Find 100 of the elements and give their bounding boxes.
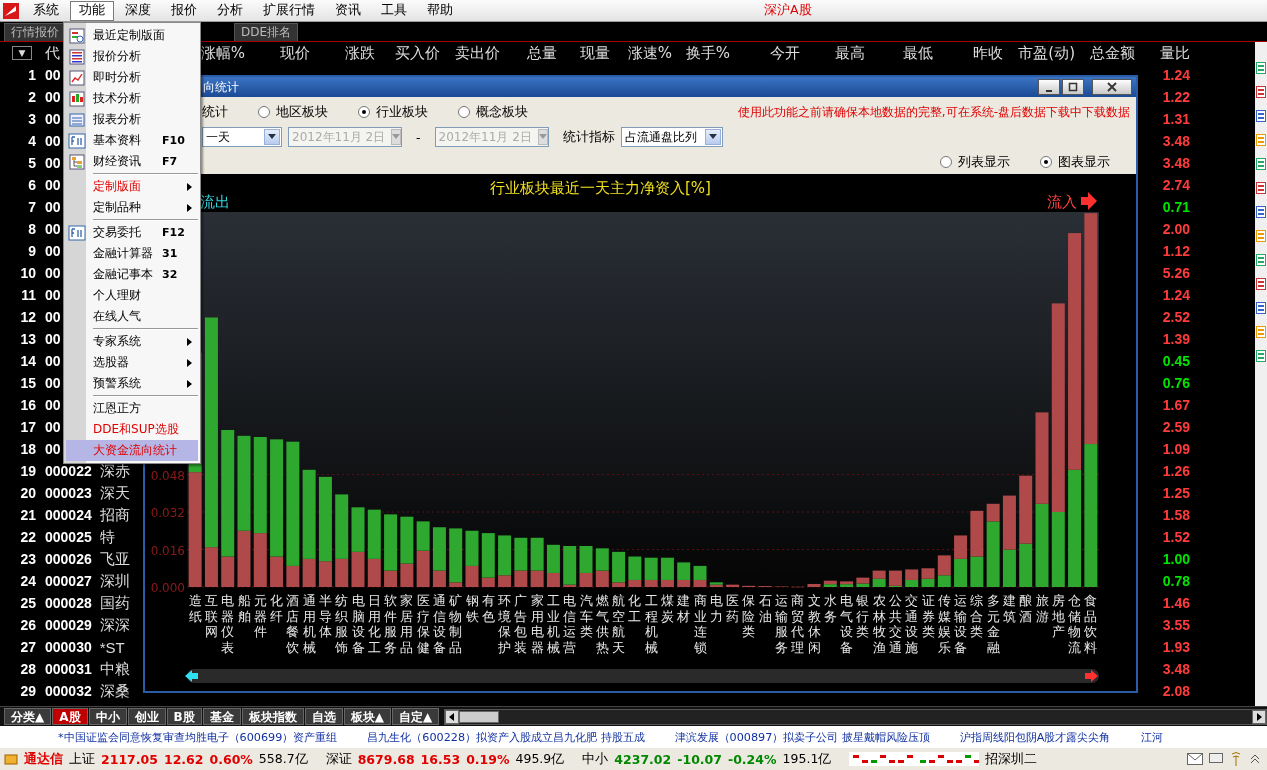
- toolbar-icon[interactable]: [1256, 206, 1266, 218]
- menu-entry[interactable]: 技术分析: [66, 88, 198, 109]
- news-headline[interactable]: 沪指周线阳包阴A股才露尖尖角: [959, 729, 1111, 745]
- menu-item[interactable]: 扩展行情: [254, 0, 324, 21]
- category-tab[interactable]: 板块▲: [343, 708, 391, 725]
- column-header[interactable]: 昨收: [933, 43, 1003, 63]
- category-tab[interactable]: 基金: [202, 708, 241, 725]
- row-number: 16: [19, 397, 36, 413]
- column-header[interactable]: 换手%: [672, 43, 730, 63]
- chevron-up-icon[interactable]: [1249, 753, 1261, 765]
- menu-entry[interactable]: 个人理财: [66, 285, 198, 306]
- view-tab[interactable]: 行情报价: [4, 23, 66, 41]
- menu-entry[interactable]: 选股器: [66, 352, 198, 373]
- menu-entry[interactable]: 金融计算器 31: [66, 243, 198, 264]
- view-radio[interactable]: 列表显示: [940, 153, 1010, 171]
- news-headline[interactable]: 江河: [1140, 729, 1163, 745]
- category-tab[interactable]: 自定▲: [391, 708, 440, 725]
- menu-entry[interactable]: 报表分析: [66, 109, 198, 130]
- toolbar-icon[interactable]: [1256, 86, 1266, 98]
- scope-radio[interactable]: 地区板块: [258, 103, 328, 121]
- menu-entry[interactable]: DDE和SUP选股: [66, 419, 198, 440]
- menu-entry[interactable]: 交易委托 F12: [66, 222, 198, 243]
- volume-ratio: 2.74: [1162, 177, 1190, 193]
- menu-item[interactable]: 帮助: [418, 0, 462, 21]
- menu-entry[interactable]: 金融记事本 32: [66, 264, 198, 285]
- menu-entry[interactable]: 预警系统: [66, 373, 198, 394]
- news-headline[interactable]: *中国证监会同意恢复审查均胜电子（600699）资产重组: [58, 729, 338, 745]
- column-header[interactable]: 最低: [865, 43, 933, 63]
- axis-tick-label: 0.032: [150, 506, 185, 520]
- envelope-icon[interactable]: [1187, 753, 1203, 765]
- toolbar-icon[interactable]: [1256, 182, 1266, 194]
- menu-item[interactable]: 资讯: [326, 0, 370, 21]
- menu-item[interactable]: 功能: [70, 0, 114, 21]
- view-tab[interactable]: DDE排名: [234, 23, 299, 41]
- column-header[interactable]: 买入价: [375, 43, 440, 63]
- news-headline[interactable]: 昌九生化（600228）拟资产入股成立昌九化肥 持股五成: [367, 729, 645, 745]
- column-header[interactable]: 最高: [800, 43, 865, 63]
- category-tab[interactable]: 中小: [88, 708, 127, 725]
- toolbar-icon[interactable]: [1256, 158, 1266, 170]
- scroll-right-icon[interactable]: [1252, 709, 1266, 724]
- antenna-icon[interactable]: [1229, 752, 1243, 766]
- category-label: 船舶: [237, 593, 251, 624]
- menu-entry[interactable]: 报价分析: [66, 46, 198, 67]
- toolbar-icon[interactable]: [1256, 62, 1266, 74]
- news-headline[interactable]: 津滨发展（000897）拟卖子公司 披星戴帽风险压顶: [674, 729, 930, 745]
- column-header[interactable]: 今开: [730, 43, 800, 63]
- maximize-button[interactable]: [1062, 79, 1084, 95]
- category-tab[interactable]: 分类▲: [4, 708, 52, 725]
- menu-item[interactable]: 深度: [116, 0, 160, 21]
- menu-entry[interactable]: 定制品种: [66, 197, 198, 218]
- menu-item[interactable]: 分析: [208, 0, 252, 21]
- toolbar-icon[interactable]: [1256, 110, 1266, 122]
- inflow-label: 流入: [1047, 193, 1077, 211]
- metric-select[interactable]: 占流通盘比列: [620, 127, 723, 147]
- menu-entry[interactable]: 专家系统: [66, 331, 198, 352]
- scroll-thumb[interactable]: [459, 710, 500, 723]
- minimize-button[interactable]: [1038, 79, 1060, 95]
- index-amount: 195.1亿: [782, 750, 832, 768]
- column-header[interactable]: 现量: [557, 43, 610, 63]
- category-tab[interactable]: 板块指数: [241, 708, 304, 725]
- category-label: 食品饮料: [1084, 593, 1098, 655]
- menu-entry[interactable]: 财经资讯 F7: [66, 151, 198, 172]
- bar: [872, 578, 886, 587]
- scroll-left-icon[interactable]: [445, 709, 460, 724]
- horizontal-scrollbar[interactable]: [444, 708, 1267, 725]
- menu-entry[interactable]: 最近定制版面: [66, 25, 198, 46]
- menu-entry[interactable]: 基本资料 F10: [66, 130, 198, 151]
- view-radio[interactable]: 图表显示: [1040, 153, 1110, 171]
- column-header[interactable]: 现价: [245, 43, 310, 63]
- menu-item[interactable]: 系统: [24, 0, 68, 21]
- menu-item[interactable]: 工具: [372, 0, 416, 21]
- toolbar-icon[interactable]: [1256, 302, 1266, 314]
- period-select[interactable]: 一天: [202, 127, 282, 147]
- toolbar-icon[interactable]: [1256, 278, 1266, 290]
- column-header[interactable]: 总量: [500, 43, 557, 63]
- chat-icon[interactable]: [1209, 753, 1223, 765]
- category-tab[interactable]: B股: [166, 708, 202, 725]
- toolbar-icon[interactable]: [1256, 254, 1266, 266]
- scope-radio[interactable]: 行业板块: [358, 103, 428, 121]
- column-header[interactable]: 卖出价: [440, 43, 500, 63]
- close-button[interactable]: [1092, 79, 1132, 95]
- column-header[interactable]: 总金额: [1075, 43, 1135, 63]
- scope-radio[interactable]: 概念板块: [458, 103, 528, 121]
- category-tab[interactable]: 创业: [127, 708, 166, 725]
- column-header[interactable]: 市盈(动): [1003, 43, 1075, 63]
- menu-entry[interactable]: 江恩正方: [66, 398, 198, 419]
- chart-scrollbar[interactable]: [187, 669, 1099, 683]
- server-name: 招深圳二: [985, 750, 1038, 768]
- menu-item[interactable]: 报价: [162, 0, 206, 21]
- stock-code: 000030: [45, 639, 92, 655]
- menu-entry[interactable]: 在线人气: [66, 306, 198, 327]
- toolbar-icon[interactable]: [1256, 350, 1266, 362]
- sort-toggle[interactable]: ▼: [12, 46, 32, 60]
- column-header[interactable]: 量比: [1135, 43, 1190, 63]
- column-header[interactable]: 涨速%: [610, 43, 672, 63]
- menu-entry[interactable]: 定制版面: [66, 176, 198, 197]
- column-header[interactable]: 涨跌: [310, 43, 375, 63]
- category-tab[interactable]: 自选: [304, 708, 343, 725]
- menu-entry[interactable]: 即时分析: [66, 67, 198, 88]
- category-tab[interactable]: A股: [52, 708, 88, 725]
